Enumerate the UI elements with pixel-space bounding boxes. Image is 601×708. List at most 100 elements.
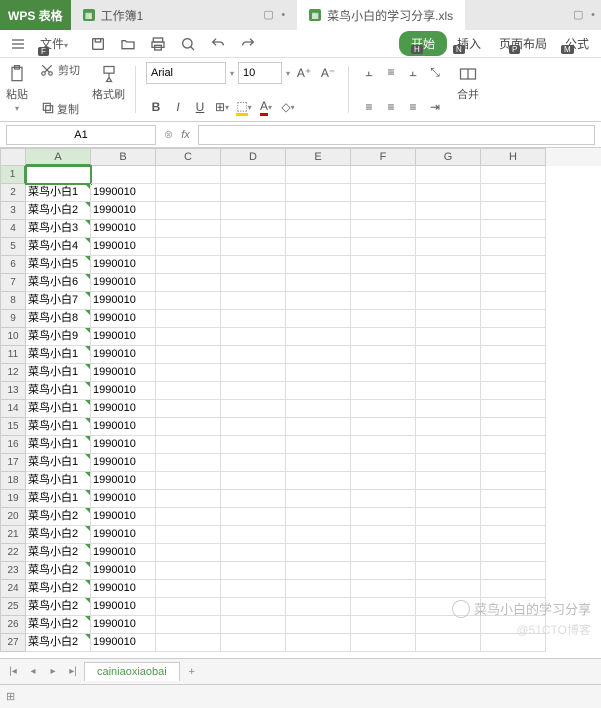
- cell[interactable]: [221, 382, 286, 400]
- cell[interactable]: [481, 634, 546, 652]
- row-header[interactable]: 23: [0, 562, 26, 580]
- ribbon-tab-page[interactable]: 页面布局P: [491, 31, 555, 56]
- cell[interactable]: [156, 544, 221, 562]
- cell[interactable]: 1990010: [91, 400, 156, 418]
- cell[interactable]: 1990010: [91, 328, 156, 346]
- cell[interactable]: 1990010: [91, 418, 156, 436]
- paste-button[interactable]: 粘贴▾: [2, 62, 32, 117]
- cell[interactable]: [286, 526, 351, 544]
- save-icon[interactable]: [84, 34, 112, 54]
- row-header[interactable]: 27: [0, 634, 26, 652]
- cell[interactable]: [481, 238, 546, 256]
- align-left-icon[interactable]: ≡: [359, 97, 379, 117]
- row-header[interactable]: 25: [0, 598, 26, 616]
- col-header-E[interactable]: E: [286, 148, 351, 166]
- cell[interactable]: 1990010: [91, 454, 156, 472]
- clear-fmt-button[interactable]: ◇▾: [278, 97, 298, 117]
- cell[interactable]: [481, 274, 546, 292]
- tab2-restore-icon[interactable]: ▢: [573, 8, 587, 22]
- cell[interactable]: [286, 328, 351, 346]
- cell[interactable]: 菜鸟小白1: [26, 400, 91, 418]
- cell[interactable]: [286, 454, 351, 472]
- cell[interactable]: [221, 580, 286, 598]
- cell[interactable]: [351, 166, 416, 184]
- cell[interactable]: [26, 166, 91, 184]
- cell[interactable]: [416, 580, 481, 598]
- cell[interactable]: [481, 400, 546, 418]
- undo-icon[interactable]: [204, 34, 232, 54]
- row-header[interactable]: 5: [0, 238, 26, 256]
- cancel-icon[interactable]: ⊗: [164, 128, 173, 141]
- col-header-F[interactable]: F: [351, 148, 416, 166]
- cell[interactable]: [481, 598, 546, 616]
- row-header[interactable]: 17: [0, 454, 26, 472]
- row-header[interactable]: 3: [0, 202, 26, 220]
- merge-button[interactable]: 合并: [453, 62, 483, 117]
- cell[interactable]: [286, 310, 351, 328]
- cell[interactable]: [416, 526, 481, 544]
- cell[interactable]: [286, 292, 351, 310]
- cell[interactable]: [481, 418, 546, 436]
- cell[interactable]: [286, 544, 351, 562]
- cell[interactable]: 1990010: [91, 634, 156, 652]
- row-header[interactable]: 11: [0, 346, 26, 364]
- cell[interactable]: [351, 256, 416, 274]
- cell[interactable]: [351, 454, 416, 472]
- cell[interactable]: 菜鸟小白2: [26, 202, 91, 220]
- align-middle-icon[interactable]: ≡: [381, 62, 401, 82]
- tab2-menu-icon[interactable]: •: [591, 9, 595, 21]
- cell[interactable]: [351, 310, 416, 328]
- cell[interactable]: 菜鸟小白9: [26, 328, 91, 346]
- align-right-icon[interactable]: ≡: [403, 97, 423, 117]
- cell[interactable]: [416, 238, 481, 256]
- cell[interactable]: [481, 454, 546, 472]
- print-icon[interactable]: [144, 34, 172, 54]
- cell[interactable]: [286, 562, 351, 580]
- cell[interactable]: [156, 274, 221, 292]
- cell[interactable]: [156, 220, 221, 238]
- cell[interactable]: 1990010: [91, 346, 156, 364]
- cell[interactable]: [351, 364, 416, 382]
- cell[interactable]: [221, 562, 286, 580]
- row-header[interactable]: 9: [0, 310, 26, 328]
- cell[interactable]: [481, 472, 546, 490]
- cell[interactable]: [156, 166, 221, 184]
- cell[interactable]: [351, 346, 416, 364]
- cell[interactable]: [481, 310, 546, 328]
- cell[interactable]: [481, 508, 546, 526]
- row-header[interactable]: 16: [0, 436, 26, 454]
- copy-button[interactable]: 复制: [41, 101, 79, 117]
- cell[interactable]: [351, 508, 416, 526]
- cell[interactable]: [351, 580, 416, 598]
- cell[interactable]: [286, 580, 351, 598]
- format-painter-button[interactable]: 格式刷: [88, 62, 129, 117]
- open-icon[interactable]: [114, 34, 142, 54]
- bold-button[interactable]: B: [146, 97, 166, 117]
- cell[interactable]: [286, 472, 351, 490]
- decrease-font-icon[interactable]: A⁻: [318, 63, 338, 83]
- cell[interactable]: [416, 490, 481, 508]
- cell[interactable]: 菜鸟小白1: [26, 436, 91, 454]
- align-bottom-icon[interactable]: ⫠: [403, 62, 423, 82]
- cell[interactable]: [481, 184, 546, 202]
- cell[interactable]: [221, 184, 286, 202]
- cell[interactable]: [416, 436, 481, 454]
- cell[interactable]: 菜鸟小白2: [26, 526, 91, 544]
- row-header[interactable]: 19: [0, 490, 26, 508]
- cell[interactable]: [481, 202, 546, 220]
- cell[interactable]: 菜鸟小白3: [26, 220, 91, 238]
- cell[interactable]: [416, 418, 481, 436]
- cell[interactable]: [481, 544, 546, 562]
- cell[interactable]: [221, 418, 286, 436]
- cell[interactable]: [416, 328, 481, 346]
- size-dropdown-icon[interactable]: ▾: [286, 69, 290, 78]
- row-header[interactable]: 21: [0, 526, 26, 544]
- cell[interactable]: [221, 328, 286, 346]
- cell[interactable]: [156, 616, 221, 634]
- cell[interactable]: [416, 562, 481, 580]
- fill-color-button[interactable]: ⬚▾: [234, 97, 254, 117]
- cell[interactable]: [156, 490, 221, 508]
- cell[interactable]: [416, 472, 481, 490]
- cell[interactable]: [221, 598, 286, 616]
- cell[interactable]: [416, 508, 481, 526]
